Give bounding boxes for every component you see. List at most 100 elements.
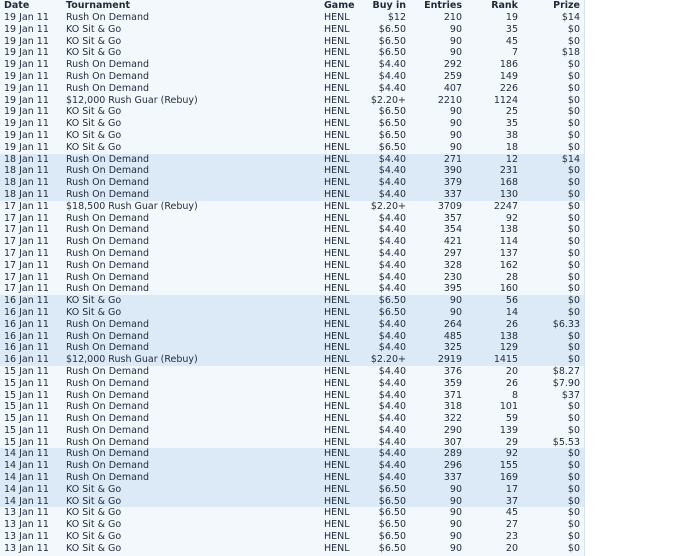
column-header-prize[interactable]: Prize xyxy=(522,0,584,12)
cell-prize: $0 xyxy=(522,200,584,213)
table-row[interactable]: 18 Jan 11 Rush On Demand HENL $4.40 379 168 $0 xyxy=(0,177,584,189)
cell-date: 17 Jan 11 xyxy=(0,236,62,248)
cell-rank: 18 xyxy=(466,141,522,154)
cell-tournament: Rush On Demand xyxy=(62,283,320,296)
cell-entries: 307 xyxy=(410,436,466,449)
cell-date: 18 Jan 11 xyxy=(0,165,62,178)
table-row[interactable]: 18 Jan 11 Rush On Demand HENL $4.40 390 231 $0 xyxy=(0,165,584,178)
column-header-tournament[interactable]: Tournament xyxy=(62,0,320,12)
cell-rank: 37 xyxy=(466,495,522,508)
cell-buy-in: $6.50 xyxy=(362,47,410,60)
table-row[interactable]: 16 Jan 11 Rush On Demand HENL $4.40 485 138 $0 xyxy=(0,330,584,343)
cell-tournament: Rush On Demand xyxy=(62,318,320,331)
cell-buy-in: $4.40 xyxy=(362,424,410,437)
table-row[interactable]: 18 Jan 11 Rush On Demand HENL $4.40 271 12 $14 xyxy=(0,153,584,166)
cell-tournament: Rush On Demand xyxy=(62,236,320,248)
cell-buy-in: $4.40 xyxy=(362,259,410,272)
table-row[interactable]: 15 Jan 11 Rush On Demand HENL $4.40 359 26 $7.… xyxy=(0,377,584,390)
table-row[interactable]: 17 Jan 11 Rush On Demand HENL $4.40 357 92 $0 xyxy=(0,212,584,225)
cell-date: 19 Jan 11 xyxy=(0,12,62,24)
cell-entries: 264 xyxy=(410,318,466,331)
table-row[interactable]: 15 Jan 11 Rush On Demand HENL $4.40 376 20 $8.… xyxy=(0,365,584,378)
column-header-game[interactable]: Game xyxy=(320,0,362,12)
table-row[interactable]: 16 Jan 11 Rush On Demand HENL $4.40 325 129 $0 xyxy=(0,342,584,355)
cell-rank: 160 xyxy=(466,283,522,296)
table-row[interactable]: 13 Jan 11 KO Sit & Go HENL $6.50 90 20 $0 xyxy=(0,542,584,555)
table-row[interactable]: 17 Jan 11 Rush On Demand HENL $4.40 354 138 $0 xyxy=(0,224,584,237)
column-header-rank[interactable]: Rank xyxy=(466,0,522,12)
table-row[interactable]: 17 Jan 11 Rush On Demand HENL $4.40 297 137 $0 xyxy=(0,247,584,260)
table-row[interactable]: 19 Jan 11 $12,000 Rush Guar (Rebuy) HENL $2… xyxy=(0,94,584,107)
table-row[interactable]: 13 Jan 11 KO Sit & Go HENL $6.50 90 27 $0 xyxy=(0,519,584,532)
cell-tournament: Rush On Demand xyxy=(62,177,320,189)
table-row[interactable]: 15 Jan 11 Rush On Demand HENL $4.40 307 29 $5.… xyxy=(0,436,584,449)
table-row[interactable]: 16 Jan 11 Rush On Demand HENL $4.40 264 26 $6.… xyxy=(0,318,584,331)
cell-prize: $0 xyxy=(522,460,584,473)
table-row[interactable]: 17 Jan 11 Rush On Demand HENL $4.40 395 160 $0 xyxy=(0,283,584,296)
cell-prize: $0 xyxy=(522,177,584,189)
column-header-entries[interactable]: Entries xyxy=(410,0,466,12)
cell-prize: $0 xyxy=(522,236,584,248)
table-row[interactable]: 17 Jan 11 Rush On Demand HENL $4.40 421 114 $0 xyxy=(0,236,584,248)
table-row[interactable]: 16 Jan 11 KO Sit & Go HENL $6.50 90 14 $0 xyxy=(0,306,584,319)
table-row[interactable]: 19 Jan 11 KO Sit & Go HENL $6.50 90 18 $0 xyxy=(0,141,584,154)
table-row[interactable]: 19 Jan 11 Rush On Demand HENL $4.40 292 186 $0 xyxy=(0,59,584,71)
table-row[interactable]: 19 Jan 11 Rush On Demand HENL $4.40 407 226 $0 xyxy=(0,82,584,95)
cell-entries: 90 xyxy=(410,35,466,48)
table-row[interactable]: 19 Jan 11 KO Sit & Go HENL $6.50 90 38 $0 xyxy=(0,129,584,142)
cell-tournament: Rush On Demand xyxy=(62,259,320,272)
cell-rank: 45 xyxy=(466,507,522,520)
cell-entries: 90 xyxy=(410,47,466,60)
table-row[interactable]: 17 Jan 11 Rush On Demand HENL $4.40 230 28 $0 xyxy=(0,271,584,284)
table-row[interactable]: 16 Jan 11 $12,000 Rush Guar (Rebuy) HENL $2… xyxy=(0,354,584,366)
table-row[interactable]: 17 Jan 11 $18,500 Rush Guar (Rebuy) HENL $2… xyxy=(0,200,584,213)
table-row[interactable]: 15 Jan 11 Rush On Demand HENL $4.40 371 8 $37 xyxy=(0,389,584,402)
cell-tournament: Rush On Demand xyxy=(62,342,320,355)
table-row[interactable]: 15 Jan 11 Rush On Demand HENL $4.40 318 101 $0 xyxy=(0,401,584,414)
table-row[interactable]: 19 Jan 11 KO Sit & Go HENL $6.50 90 35 $0 xyxy=(0,118,584,130)
table-row[interactable]: 14 Jan 11 KO Sit & Go HENL $6.50 90 37 $0 xyxy=(0,495,584,508)
cell-tournament: KO Sit & Go xyxy=(62,483,320,496)
column-header-date[interactable]: Date xyxy=(0,0,62,12)
cell-tournament: Rush On Demand xyxy=(62,424,320,437)
cell-rank: 38 xyxy=(466,129,522,142)
table-row[interactable]: 18 Jan 11 Rush On Demand HENL $4.40 337 130 $0 xyxy=(0,188,584,201)
table-row[interactable]: 19 Jan 11 KO Sit & Go HENL $6.50 90 35 $0 xyxy=(0,23,584,36)
table-row[interactable]: 14 Jan 11 Rush On Demand HENL $4.40 337 169 $0 xyxy=(0,472,584,484)
table-row[interactable]: 19 Jan 11 Rush On Demand HENL $12 210 19 $14 xyxy=(0,12,584,24)
cell-date: 15 Jan 11 xyxy=(0,401,62,414)
table-row[interactable]: 19 Jan 11 KO Sit & Go HENL $6.50 90 7 $18 xyxy=(0,47,584,60)
cell-date: 13 Jan 11 xyxy=(0,531,62,543)
table-row[interactable]: 14 Jan 11 KO Sit & Go HENL $6.50 90 17 $0 xyxy=(0,483,584,496)
cell-game: HENL xyxy=(320,141,362,154)
cell-buy-in: $6.50 xyxy=(362,23,410,36)
cell-buy-in: $12 xyxy=(362,12,410,24)
table-row[interactable]: 13 Jan 11 KO Sit & Go HENL $6.50 90 23 $0 xyxy=(0,531,584,543)
cell-tournament: KO Sit & Go xyxy=(62,141,320,154)
column-header-buy-in[interactable]: Buy in xyxy=(362,0,410,12)
cell-date: 19 Jan 11 xyxy=(0,35,62,48)
cell-entries: 322 xyxy=(410,413,466,425)
table-row[interactable]: 14 Jan 11 Rush On Demand HENL $4.40 296 155 $0 xyxy=(0,460,584,473)
cell-date: 16 Jan 11 xyxy=(0,330,62,343)
cell-rank: 2247 xyxy=(466,200,522,213)
table-row[interactable]: 16 Jan 11 KO Sit & Go HENL $6.50 90 56 $0 xyxy=(0,295,584,307)
table-row[interactable]: 19 Jan 11 KO Sit & Go HENL $6.50 90 25 $0 xyxy=(0,106,584,119)
cell-rank: 139 xyxy=(466,424,522,437)
table-row[interactable]: 15 Jan 11 Rush On Demand HENL $4.40 290 139 $0 xyxy=(0,424,584,437)
cell-buy-in: $4.40 xyxy=(362,413,410,425)
table-row[interactable]: 15 Jan 11 Rush On Demand HENL $4.40 322 59 $0 xyxy=(0,413,584,425)
cell-date: 19 Jan 11 xyxy=(0,141,62,154)
cell-rank: 129 xyxy=(466,342,522,355)
cell-rank: 92 xyxy=(466,448,522,461)
table-row[interactable]: 19 Jan 11 KO Sit & Go HENL $6.50 90 45 $0 xyxy=(0,35,584,48)
cell-tournament: Rush On Demand xyxy=(62,330,320,343)
cell-game: HENL xyxy=(320,342,362,355)
cell-prize: $0 xyxy=(522,259,584,272)
table-row[interactable]: 17 Jan 11 Rush On Demand HENL $4.40 328 162 $0 xyxy=(0,259,584,272)
cell-game: HENL xyxy=(320,212,362,225)
cell-date: 13 Jan 11 xyxy=(0,542,62,555)
table-row[interactable]: 13 Jan 11 KO Sit & Go HENL $6.50 90 45 $0 xyxy=(0,507,584,520)
table-row[interactable]: 19 Jan 11 Rush On Demand HENL $4.40 259 149 $0 xyxy=(0,70,584,83)
table-row[interactable]: 14 Jan 11 Rush On Demand HENL $4.40 289 92 $0 xyxy=(0,448,584,461)
